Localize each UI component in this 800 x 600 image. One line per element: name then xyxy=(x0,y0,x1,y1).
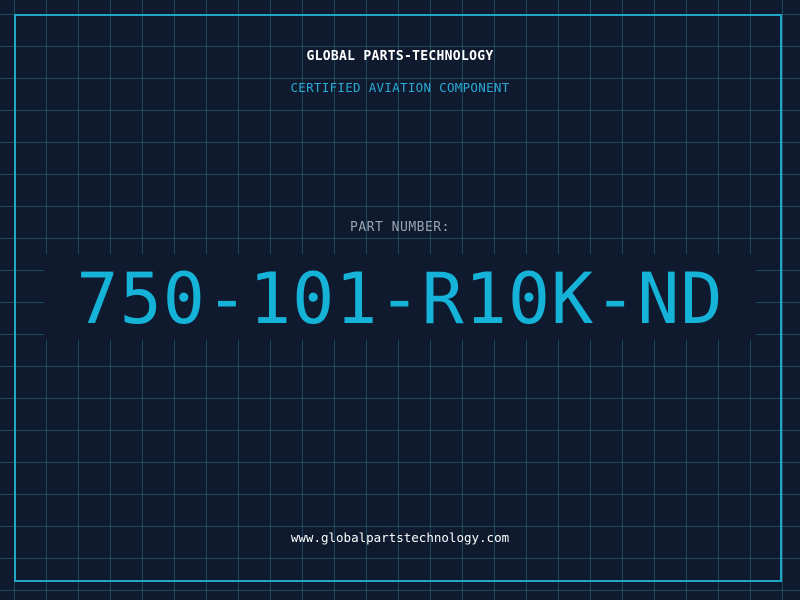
company-name: GLOBAL PARTS-TECHNOLOGY xyxy=(306,49,494,64)
part-number-value: 750-101-R10K-ND xyxy=(76,258,724,340)
website-url: www.globalpartstechnology.com xyxy=(290,530,510,545)
part-number-label: PART NUMBER: xyxy=(350,220,450,235)
certification-subtitle: CERTIFIED AVIATION COMPONENT xyxy=(290,80,510,95)
part-card: GLOBAL PARTS-TECHNOLOGY CERTIFIED AVIATI… xyxy=(0,0,800,600)
